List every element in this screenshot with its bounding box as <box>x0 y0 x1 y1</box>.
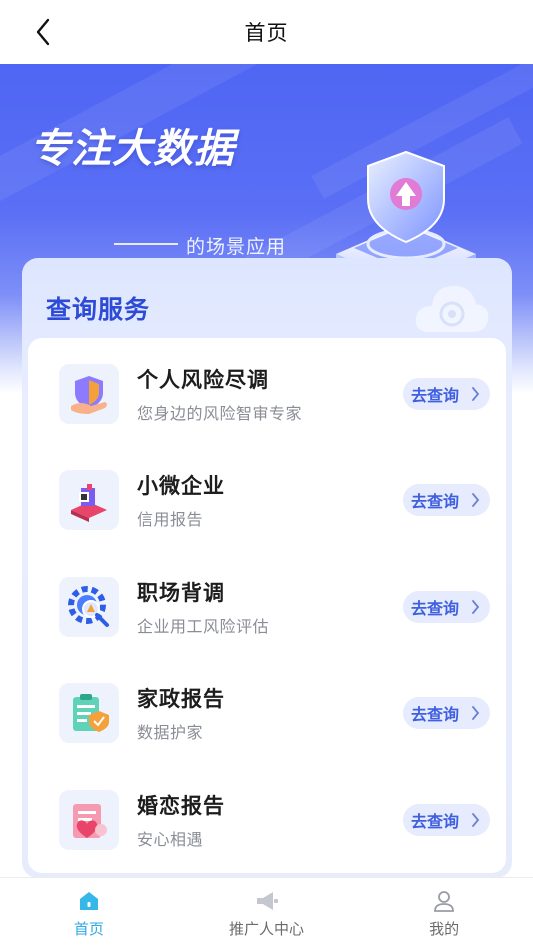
query-button[interactable]: 去查询 <box>403 591 490 623</box>
service-desc: 安心相遇 <box>137 830 204 849</box>
service-desc: 企业用工风险评估 <box>137 617 270 636</box>
service-item-marriage-report[interactable]: 婚恋报告 安心相遇 去查询 <box>28 780 506 860</box>
hero-headline: 专注大数据 <box>30 126 235 172</box>
service-name: 职场背调 <box>137 581 225 605</box>
cloud-icon <box>415 286 489 332</box>
service-item-personal-risk[interactable]: 个人风险尽调 您身边的风险智审专家 去查询 <box>28 354 506 434</box>
service-desc: 您身边的风险智审专家 <box>137 404 303 423</box>
service-item-small-business[interactable]: 小微企业 信用报告 去查询 <box>28 460 506 540</box>
home-icon <box>76 888 102 914</box>
tab-mine[interactable]: 我的 <box>355 878 533 948</box>
query-button[interactable]: 去查询 <box>403 378 490 410</box>
user-icon <box>431 888 457 914</box>
top-nav-bar: 首页 <box>0 0 533 64</box>
tab-promoter-center[interactable]: 推广人中心 <box>178 878 356 948</box>
chevron-right-icon <box>472 813 480 827</box>
service-item-housekeeping-report[interactable]: 家政报告 数据护家 去查询 <box>28 673 506 753</box>
tab-label: 我的 <box>429 920 460 938</box>
enterprise-icon <box>59 470 119 530</box>
query-button[interactable]: 去查询 <box>403 484 490 516</box>
service-name: 个人风险尽调 <box>137 368 269 392</box>
bottom-tab-bar: 首页 推广人中心 我的 <box>0 877 533 948</box>
tab-home[interactable]: 首页 <box>0 878 178 948</box>
service-name: 小微企业 <box>137 474 225 498</box>
chevron-left-icon <box>36 18 50 46</box>
chevron-right-icon <box>472 493 480 507</box>
services-title: 查询服务 <box>46 295 151 324</box>
chevron-right-icon <box>472 387 480 401</box>
back-button[interactable] <box>28 16 58 48</box>
query-button[interactable]: 去查询 <box>403 804 490 836</box>
heart-document-icon <box>59 790 119 850</box>
chevron-right-icon <box>472 600 480 614</box>
query-button[interactable]: 去查询 <box>403 697 490 729</box>
clipboard-shield-icon <box>59 683 119 743</box>
shield-hand-icon <box>59 364 119 424</box>
hero-subtitle: 的场景应用 <box>186 236 287 258</box>
service-name: 家政报告 <box>137 687 225 711</box>
service-desc: 数据护家 <box>137 723 204 742</box>
megaphone-icon <box>254 888 280 914</box>
tab-label: 推广人中心 <box>229 920 305 938</box>
service-item-workplace-check[interactable]: 职场背调 企业用工风险评估 去查询 <box>28 567 506 647</box>
gear-search-icon <box>59 577 119 637</box>
hero-divider <box>114 243 178 245</box>
tab-label: 首页 <box>73 920 104 938</box>
page-title: 首页 <box>244 21 289 45</box>
service-name: 婚恋报告 <box>137 794 225 818</box>
chevron-right-icon <box>472 706 480 720</box>
service-desc: 信用报告 <box>137 510 204 529</box>
